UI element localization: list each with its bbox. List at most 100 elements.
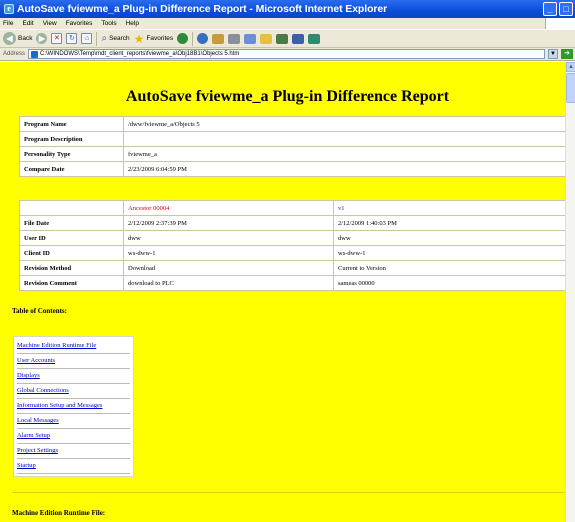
header-current: v1 — [333, 200, 566, 216]
forward-button[interactable]: ▶ — [36, 33, 48, 44]
menu-bar: File Edit View Favorites Tools Help — [0, 18, 575, 29]
address-label: Address — [3, 51, 26, 57]
address-value: C:\WINDOWS\Temp\mdt_client_reports\fview… — [40, 51, 240, 57]
menu-help[interactable]: Help — [126, 20, 139, 27]
toolbar-separator — [96, 31, 98, 46]
back-label: Back — [18, 35, 33, 42]
compare-key: File Date — [19, 215, 124, 231]
discuss-icon[interactable] — [260, 33, 273, 44]
section-divider — [12, 492, 575, 493]
header-ancestor: Ancestor 00004 — [123, 200, 334, 216]
info-value: fviewme_a — [123, 146, 566, 162]
page-content: AutoSave fviewme_a Plug-in Difference Re… — [0, 62, 575, 522]
window-controls: _ □ — [543, 2, 573, 16]
maximize-button[interactable]: □ — [559, 2, 573, 16]
header-blank — [19, 200, 124, 216]
report-title: AutoSave fviewme_a Plug-in Difference Re… — [125, 88, 450, 105]
address-dropdown-button[interactable]: ▼ — [548, 49, 558, 59]
tools-icon[interactable] — [308, 33, 321, 44]
compare-key: User ID — [19, 230, 124, 246]
toc-link-project-settings[interactable]: Project Settings — [17, 444, 130, 459]
media-icon[interactable] — [177, 33, 189, 44]
go-arrow-icon[interactable]: ➔ — [561, 49, 573, 59]
compare-ancestor: Download — [123, 260, 334, 276]
toc-link-alarm-setup[interactable]: Alarm Setup — [17, 429, 130, 444]
section-heading: Machine Edition Runtime File: — [12, 509, 106, 517]
vertical-scrollbar[interactable]: ▲ — [565, 62, 575, 522]
compare-current: 2/12/2009 1:40:03 PM — [333, 215, 566, 231]
toc-link-information-setup[interactable]: Information Setup and Messages — [17, 399, 130, 414]
mail-icon[interactable] — [212, 33, 225, 44]
scroll-up-arrow-icon[interactable]: ▲ — [566, 62, 575, 72]
research-icon[interactable] — [292, 33, 305, 44]
info-key: Personality Type — [19, 146, 124, 162]
table-row: Revision Method Download Current to Vers… — [19, 260, 566, 276]
menu-favorites[interactable]: Favorites — [66, 20, 93, 27]
table-row: Revision Comment download to PLC sameas … — [19, 275, 566, 291]
compare-key: Revision Method — [19, 260, 124, 276]
table-row: File Date 2/12/2009 2:37:39 PM 2/12/2009… — [19, 215, 566, 231]
windows-logo — [545, 18, 575, 29]
edit-icon[interactable] — [244, 33, 257, 44]
info-key: Compare Date — [19, 161, 124, 177]
compare-key: Client ID — [19, 245, 124, 261]
compare-ancestor: ws-dww-1 — [123, 245, 334, 261]
window-title: AutoSave fviewme_a Plug-in Difference Re… — [17, 3, 388, 15]
menu-view[interactable]: View — [43, 20, 57, 27]
info-key: Program Description — [19, 131, 124, 147]
table-row: Compare Date 2/23/2009 6:04:59 PM — [19, 161, 566, 177]
forward-arrow-icon: ▶ — [36, 33, 48, 44]
address-input[interactable]: C:\WINDOWS\Temp\mdt_client_reports\fview… — [28, 49, 545, 59]
info-value: 2/23/2009 6:04:59 PM — [123, 161, 566, 177]
menu-tools[interactable]: Tools — [101, 20, 116, 27]
info-value — [123, 131, 566, 147]
print-icon[interactable] — [228, 33, 241, 44]
toc-link-local-messages[interactable]: Local Messages — [17, 414, 130, 429]
minimize-button[interactable]: _ — [543, 2, 557, 16]
info-key: Program Name — [19, 116, 124, 132]
toc-link-startup[interactable]: Startup — [17, 459, 130, 474]
table-row: Program Description — [19, 131, 566, 147]
compare-current: sameas 00000 — [333, 275, 566, 291]
address-bar: Address C:\WINDOWS\Temp\mdt_client_repor… — [0, 48, 575, 61]
favorites-label: Favorites — [146, 35, 174, 42]
program-info-table: Program Name /dww/fviewme_a/Objects 5 Pr… — [19, 116, 566, 177]
back-arrow-icon: ◀ — [3, 32, 16, 45]
page-icon — [31, 50, 39, 58]
menu-edit[interactable]: Edit — [22, 20, 33, 27]
toolbar: ◀ Back ▶ ✕ ↻ ⌂ ⌕ Search ★ Favorites — [0, 29, 575, 48]
history-icon[interactable] — [197, 33, 209, 44]
table-row: Program Name /dww/fviewme_a/Objects 5 — [19, 116, 566, 132]
search-button[interactable]: ⌕ Search — [101, 33, 129, 44]
toc-link-user-accounts[interactable]: User Accounts — [17, 354, 130, 369]
favorites-button[interactable]: ★ Favorites — [134, 33, 174, 45]
table-row: Personality Type fviewme_a — [19, 146, 566, 162]
refresh-icon[interactable]: ↻ — [66, 33, 78, 44]
home-icon[interactable]: ⌂ — [81, 33, 93, 44]
ie-app-icon[interactable]: e — [4, 4, 14, 14]
messenger-icon[interactable] — [276, 33, 289, 44]
search-icon: ⌕ — [101, 33, 108, 44]
title-bar: e AutoSave fviewme_a Plug-in Difference … — [0, 0, 575, 18]
scrollbar-thumb[interactable] — [566, 73, 575, 103]
toc-link-global-connections[interactable]: Global Connections — [17, 384, 130, 399]
compare-key: Revision Comment — [19, 275, 124, 291]
table-header-row: Ancestor 00004 v1 — [19, 200, 566, 216]
back-button[interactable]: ◀ Back — [3, 32, 32, 45]
toc-link-displays[interactable]: Displays — [17, 369, 130, 384]
toc-heading: Table of Contents: — [12, 307, 67, 315]
toc-link-runtime-file[interactable]: Machine Edition Runtime File — [17, 339, 130, 354]
info-value: /dww/fviewme_a/Objects 5 — [123, 116, 566, 132]
menu-file[interactable]: File — [3, 20, 13, 27]
toc-list: Machine Edition Runtime File User Accoun… — [13, 336, 134, 477]
favorites-star-icon: ★ — [133, 31, 145, 46]
stop-icon[interactable]: ✕ — [51, 33, 63, 44]
search-label: Search — [109, 35, 130, 42]
compare-current: Current to Version — [333, 260, 566, 276]
table-row: Client ID ws-dww-1 ws-dww-1 — [19, 245, 566, 261]
compare-ancestor: 2/12/2009 2:37:39 PM — [123, 215, 334, 231]
compare-current: dww — [333, 230, 566, 246]
toolbar-separator-2 — [192, 31, 194, 46]
table-row: User ID dww dww — [19, 230, 566, 246]
compare-ancestor: dww — [123, 230, 334, 246]
